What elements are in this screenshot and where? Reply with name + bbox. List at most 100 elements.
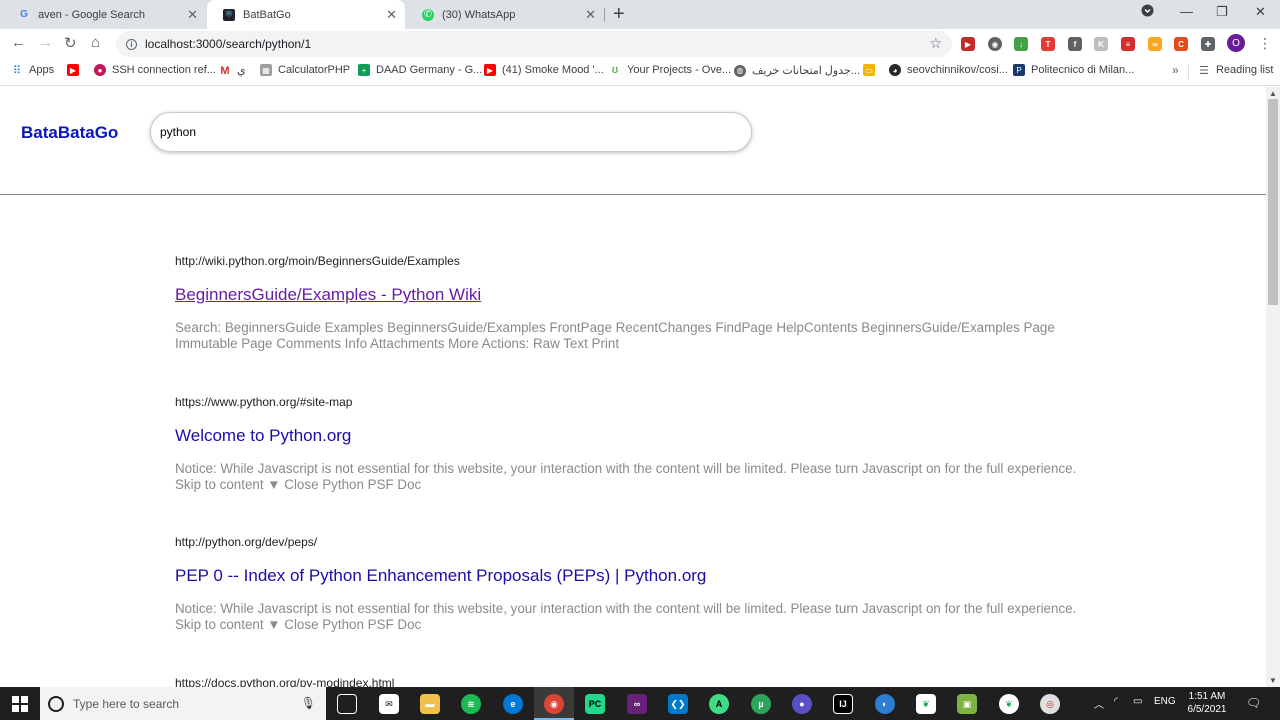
bookmark-github[interactable]: ◕ seovchinnikov/cosi... bbox=[889, 64, 1008, 76]
extension-icon[interactable]: ↓ bbox=[1014, 37, 1028, 51]
extension-icon[interactable]: ▶ bbox=[961, 37, 975, 51]
scroll-down-arrow-icon[interactable]: ▼ bbox=[1269, 676, 1277, 685]
app-icon[interactable]: ▣ bbox=[957, 694, 977, 714]
taskbar-clock[interactable]: 1:51 AM 6/5/2021 bbox=[1183, 690, 1231, 716]
utorrent-icon[interactable]: µ bbox=[751, 694, 771, 714]
raspberry-icon: ● bbox=[94, 64, 106, 76]
back-button[interactable]: ← bbox=[11, 34, 26, 51]
file-explorer-icon[interactable]: ▬ bbox=[420, 694, 440, 714]
result-snippet: Search: BeginnersGuide Examples Beginner… bbox=[175, 320, 1055, 351]
bookmark-youtube[interactable]: ▶ bbox=[67, 64, 85, 76]
app-icon[interactable]: ◐ bbox=[875, 694, 895, 714]
more-bookmarks-icon[interactable]: » bbox=[1172, 63, 1179, 77]
windows-start-icon[interactable] bbox=[12, 696, 28, 712]
minimize-button[interactable]: — bbox=[1180, 4, 1193, 19]
notifications-icon[interactable]: 🗨 bbox=[1246, 696, 1261, 710]
tab-whatsapp[interactable]: ✆ (30) WhatsApp ✕ bbox=[406, 0, 604, 29]
close-icon[interactable]: ✕ bbox=[187, 7, 198, 23]
wifi-icon[interactable]: ◜ bbox=[1114, 696, 1118, 707]
bookmark-exam-schedule[interactable]: ◍ جدول امتحانات خريف... bbox=[734, 64, 860, 77]
battery-icon[interactable]: ▭ bbox=[1133, 696, 1142, 707]
app-icon[interactable]: ◎ bbox=[1040, 694, 1060, 714]
bookmark-daad[interactable]: + DAAD Germany - G... bbox=[358, 64, 482, 76]
info-icon[interactable]: i bbox=[126, 38, 137, 50]
result-title-link[interactable]: Welcome to Python.org bbox=[175, 426, 1085, 446]
extension-icon[interactable]: K bbox=[1094, 37, 1108, 51]
taskbar-search[interactable]: Type here to search 🎙 bbox=[40, 687, 326, 720]
mongodb-compass-icon[interactable]: ❦ bbox=[999, 694, 1019, 714]
close-icon[interactable]: ✕ bbox=[386, 7, 397, 23]
address-bar[interactable]: i localhost:3000/search/python/1 ☆ bbox=[116, 31, 952, 57]
visual-studio-icon[interactable]: ∞ bbox=[627, 694, 647, 714]
extensions-puzzle-icon[interactable]: ✚ bbox=[1201, 37, 1215, 51]
search-input[interactable] bbox=[160, 125, 720, 139]
tab-title: (30) WhatsApp bbox=[442, 8, 516, 21]
profile-avatar[interactable]: O bbox=[1227, 34, 1245, 52]
show-hidden-icons-icon[interactable]: ︿ bbox=[1094, 696, 1104, 711]
extension-icon[interactable]: ◉ bbox=[988, 37, 1002, 51]
sheets-icon: + bbox=[358, 64, 370, 76]
home-button[interactable]: ⌂ bbox=[91, 34, 100, 51]
task-view-icon[interactable] bbox=[337, 694, 357, 714]
menu-icon[interactable]: ⋮ bbox=[1258, 35, 1272, 52]
extension-icon[interactable]: T bbox=[1041, 37, 1055, 51]
app-icon[interactable]: ● bbox=[792, 694, 812, 714]
bookmark-calculatorphp[interactable]: ▦ CalculatorPHP bbox=[260, 64, 350, 76]
reading-list-icon: ☰ bbox=[1199, 64, 1209, 77]
page-viewport: BataBataGo http://wiki.python.org/moin/B… bbox=[0, 87, 1266, 687]
tab-batbatgo[interactable]: ⚛ BatBatGo ✕ bbox=[207, 0, 405, 29]
language-indicator[interactable]: ENG bbox=[1154, 696, 1176, 707]
spotify-icon[interactable]: ≋ bbox=[461, 694, 481, 714]
android-studio-icon[interactable]: A bbox=[709, 694, 729, 714]
reading-list[interactable]: ☰ Reading list bbox=[1198, 64, 1273, 77]
intellij-icon[interactable]: IJ bbox=[833, 694, 853, 714]
site-logo[interactable]: BataBataGo bbox=[21, 123, 118, 143]
mongodb-icon[interactable]: ❦ bbox=[916, 694, 936, 714]
page-scrollbar[interactable]: ▲ ▼ bbox=[1266, 87, 1280, 687]
result-url: http://wiki.python.org/moin/BeginnersGui… bbox=[175, 254, 460, 268]
forward-button[interactable]: → bbox=[38, 34, 53, 51]
polimi-icon: P bbox=[1013, 64, 1025, 76]
bookmark-ssh[interactable]: ● SSH connection ref... bbox=[94, 64, 216, 76]
chrome-icon[interactable]: ◉ bbox=[544, 694, 564, 714]
react-icon: ⚛ bbox=[223, 8, 235, 21]
vscode-icon[interactable]: ❮❯ bbox=[668, 694, 688, 714]
bookmark-slides[interactable]: ▭ bbox=[863, 64, 881, 76]
scrollbar-thumb[interactable] bbox=[1268, 99, 1278, 305]
tab-strip: G aven - Google Search ✕ ⚛ BatBatGo ✕ ✆ … bbox=[0, 0, 1280, 29]
close-window-button[interactable]: ✕ bbox=[1255, 4, 1266, 20]
tab-google-search[interactable]: G aven - Google Search ✕ bbox=[2, 0, 206, 29]
bookmark-smoke-mood[interactable]: ▶ (41) Smoke Mood '... bbox=[484, 64, 604, 76]
bookmark-star-icon[interactable]: ☆ bbox=[929, 35, 942, 52]
header-divider bbox=[0, 194, 1266, 195]
github-icon: ◕ bbox=[889, 64, 901, 76]
search-box[interactable] bbox=[150, 112, 752, 152]
microphone-icon[interactable]: 🎙 bbox=[301, 696, 316, 710]
result-snippet: Notice: While Javascript is not essentia… bbox=[175, 461, 1077, 492]
bookmark-apps[interactable]: ⠿ Apps bbox=[11, 64, 54, 77]
edge-icon[interactable]: e bbox=[503, 694, 523, 714]
extension-icon[interactable]: f bbox=[1068, 37, 1082, 51]
tab-title: aven - Google Search bbox=[38, 8, 146, 21]
apps-grid-icon: ⠿ bbox=[12, 64, 22, 77]
extension-icon[interactable]: ∞ bbox=[1148, 37, 1162, 51]
tab-search-icon[interactable] bbox=[1141, 4, 1154, 20]
maximize-button[interactable]: ❐ bbox=[1216, 4, 1228, 20]
bookmark-your-projects[interactable]: ʊ Your Projects - Ove... bbox=[609, 64, 731, 76]
search-result: https://docs.python.org/py-modindex.html bbox=[175, 676, 1085, 687]
bookmark-gmail[interactable]: M ي bbox=[219, 64, 245, 78]
image-icon: ▦ bbox=[260, 64, 272, 76]
mail-icon[interactable]: ✉ bbox=[379, 694, 399, 714]
extension-icon[interactable]: ≡ bbox=[1121, 37, 1135, 51]
browser-toolbar: ← → ↻ ⌂ i localhost:3000/search/python/1… bbox=[0, 29, 1280, 59]
reload-button[interactable]: ↻ bbox=[64, 34, 77, 52]
upwork-icon: ʊ bbox=[611, 64, 619, 76]
scroll-up-arrow-icon[interactable]: ▲ bbox=[1269, 89, 1277, 98]
result-title-link[interactable]: PEP 0 -- Index of Python Enhancement Pro… bbox=[175, 566, 1085, 586]
bookmark-politecnico[interactable]: P Politecnico di Milan... bbox=[1013, 64, 1134, 76]
extension-icon[interactable]: C bbox=[1174, 37, 1188, 51]
close-icon[interactable]: ✕ bbox=[585, 7, 596, 23]
result-title-link[interactable]: BeginnersGuide/Examples - Python Wiki bbox=[175, 285, 1085, 305]
new-tab-button[interactable]: + bbox=[613, 3, 625, 26]
pycharm-icon[interactable]: PC bbox=[585, 694, 605, 714]
